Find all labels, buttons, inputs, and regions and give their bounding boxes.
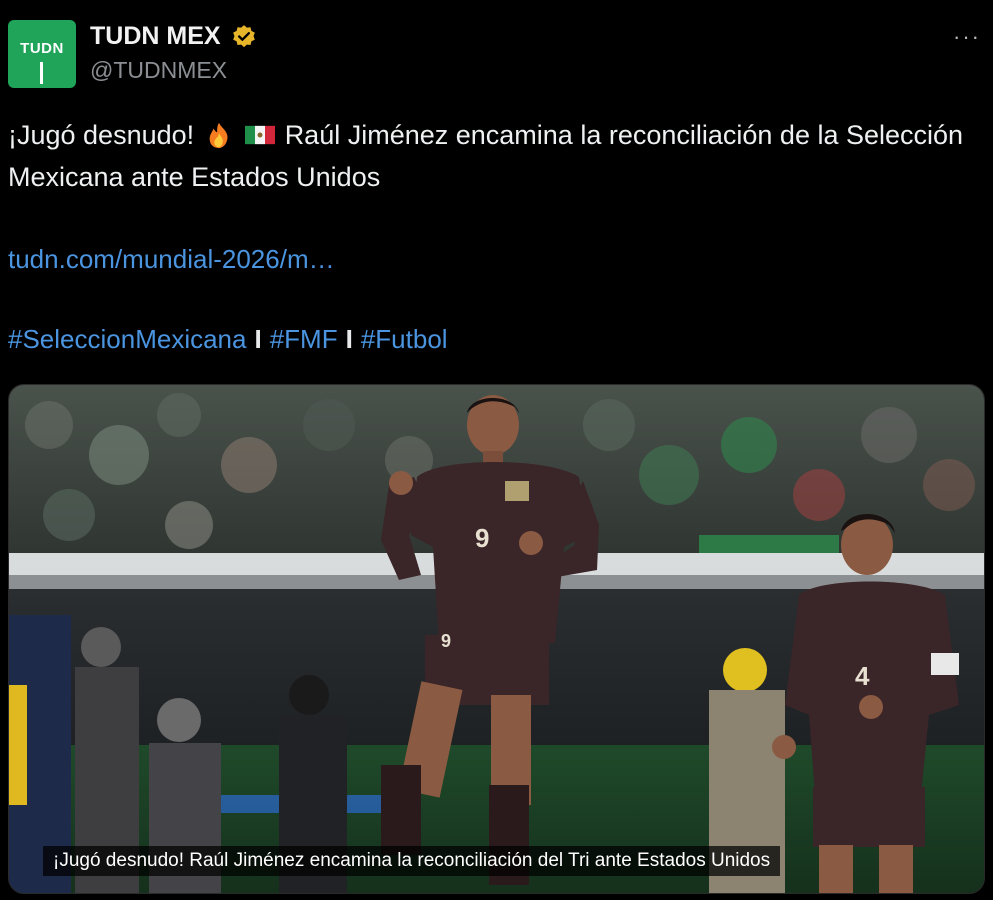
tweet-media-image[interactable]: 9 9 4 ¡Jugó desnudo! Raúl Jiménez encami… [8,384,985,894]
match-photo: 9 9 4 [9,385,984,893]
more-options-icon[interactable]: ··· [953,24,981,50]
tweet-text-intro: ¡Jugó desnudo! [8,120,195,150]
avatar-logo-bar [40,62,43,84]
fire-icon [209,122,228,149]
hashtag-list: #SeleccionMexicana I #FMF I #Futbol [8,324,448,355]
player-number: 4 [855,661,870,691]
avatar[interactable]: TUDN [8,20,76,88]
hashtag-fmf[interactable]: #FMF [270,324,338,354]
hashtag-futbol[interactable]: #Futbol [361,324,448,354]
display-name[interactable]: TUDN MEX [90,22,221,51]
hashtag-separator: I [254,324,262,354]
hashtag-separator: I [345,324,353,354]
tweet-text: ¡Jugó desnudo! Raúl Jiménez encamina la … [8,114,983,198]
avatar-logo-text: TUDN [20,40,64,57]
hashtag-seleccion-mexicana[interactable]: #SeleccionMexicana [8,324,246,354]
article-link[interactable]: tudn.com/mundial-2026/m… [8,244,335,275]
player-number: 9 [475,523,489,553]
account-names: TUDN MEX @TUDNMEX [90,22,257,84]
account-handle[interactable]: @TUDNMEX [90,57,257,84]
media-caption: ¡Jugó desnudo! Raúl Jiménez encamina la … [43,846,781,876]
shorts-number: 9 [441,631,451,651]
mexico-flag-icon [245,125,276,145]
verified-badge-icon [233,24,255,47]
tweet-header: TUDN TUDN MEX @TUDNMEX ··· [8,18,985,92]
